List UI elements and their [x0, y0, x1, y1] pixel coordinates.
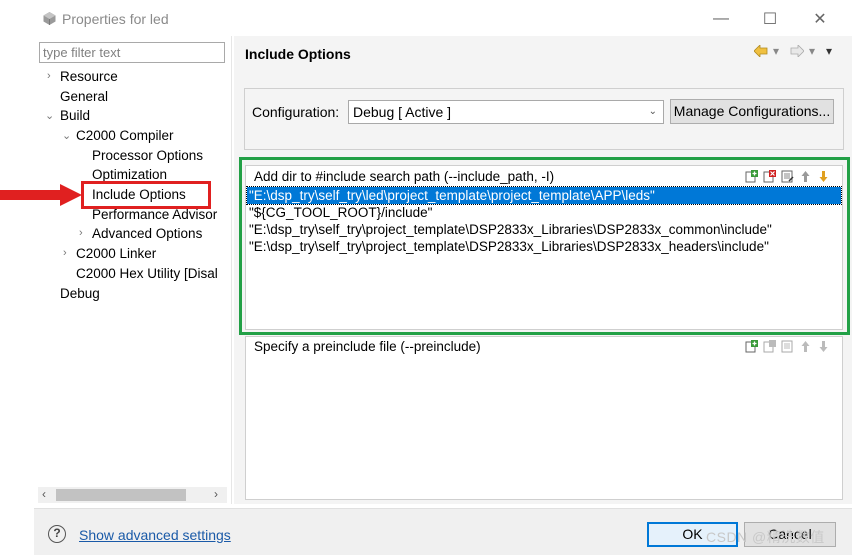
- chevron-right-icon[interactable]: ›: [79, 224, 83, 243]
- configuration-select[interactable]: Debug [ Active ] ⌄: [348, 100, 664, 124]
- highlight-box-green: [239, 157, 850, 335]
- close-button[interactable]: ✕: [807, 6, 833, 32]
- scroll-left-icon[interactable]: ‹: [42, 487, 46, 501]
- scroll-right-icon[interactable]: ›: [214, 487, 218, 501]
- tree-item-resource[interactable]: Resource: [60, 67, 118, 86]
- delete-file-icon[interactable]: [763, 340, 776, 353]
- maximize-button[interactable]: ☐: [757, 6, 783, 32]
- tree-item-c2000-compiler[interactable]: C2000 Compiler: [76, 126, 174, 145]
- back-arrow-icon[interactable]: [754, 45, 768, 57]
- edit-file-icon[interactable]: [781, 340, 794, 353]
- chevron-down-icon[interactable]: ⌄: [62, 127, 71, 146]
- back-menu-chevron-icon[interactable]: ▾: [773, 44, 779, 58]
- forward-arrow-icon[interactable]: [790, 45, 804, 57]
- configuration-select-value: Debug [ Active ]: [353, 104, 452, 120]
- show-advanced-settings-link[interactable]: Show advanced settings: [79, 527, 231, 543]
- configuration-label: Configuration:: [252, 104, 340, 120]
- scrollbar-thumb[interactable]: [56, 489, 186, 501]
- tree-item-build[interactable]: Build: [60, 106, 90, 125]
- window-title: Properties for led: [62, 11, 169, 27]
- move-down-icon[interactable]: [817, 340, 830, 353]
- tree-item-debug[interactable]: Debug: [60, 284, 100, 303]
- chevron-right-icon[interactable]: ›: [47, 67, 51, 86]
- chevron-down-icon[interactable]: ⌄: [45, 107, 54, 126]
- tree-item-c2000-linker[interactable]: C2000 Linker: [76, 244, 156, 263]
- properties-tree: › Resource General ⌄ Build ⌄ C2000 Compi…: [34, 66, 227, 481]
- preinclude-toolbar: [745, 340, 830, 353]
- tree-item-general[interactable]: General: [60, 87, 108, 106]
- view-menu-icon[interactable]: ▾: [826, 44, 832, 58]
- eclipse-app-icon: [43, 12, 56, 25]
- highlight-box-red: [81, 181, 211, 209]
- red-arrow-icon: [0, 184, 82, 206]
- preinclude-panel[interactable]: [245, 336, 843, 500]
- chevron-right-icon[interactable]: ›: [63, 244, 67, 263]
- chevron-down-icon: ⌄: [648, 106, 657, 117]
- add-file-icon[interactable]: [745, 340, 758, 353]
- filter-input[interactable]: [39, 42, 225, 63]
- tree-item-advanced-options[interactable]: Advanced Options: [92, 224, 202, 243]
- forward-menu-chevron-icon[interactable]: ▾: [809, 44, 815, 58]
- move-up-icon[interactable]: [799, 340, 812, 353]
- preinclude-header: Specify a preinclude file (--preinclude): [254, 339, 481, 354]
- page-title: Include Options: [245, 46, 351, 62]
- minimize-button[interactable]: —: [708, 6, 734, 32]
- help-icon[interactable]: ?: [48, 525, 66, 543]
- watermark: CSDN @精洗数值: [706, 529, 825, 545]
- horizontal-scrollbar[interactable]: ‹ ›: [38, 487, 227, 503]
- tree-item-c2000-hex-utility[interactable]: C2000 Hex Utility [Disal: [76, 264, 218, 283]
- tree-item-processor-options[interactable]: Processor Options: [92, 146, 203, 165]
- manage-configurations-button[interactable]: Manage Configurations...: [670, 99, 834, 124]
